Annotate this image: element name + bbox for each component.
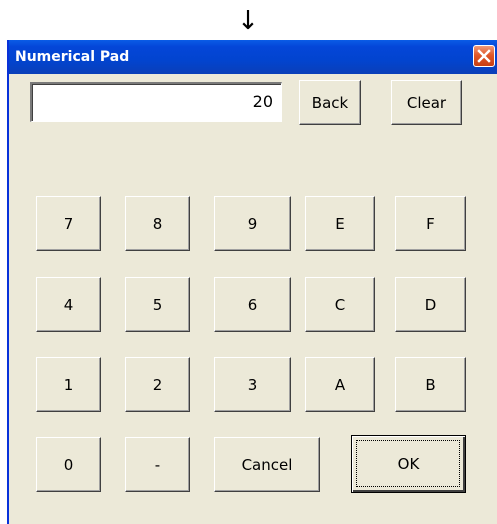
ok-button-label: OK xyxy=(397,455,420,473)
close-icon xyxy=(477,49,491,63)
key-8[interactable]: 8 xyxy=(125,196,190,251)
close-button[interactable] xyxy=(473,45,495,67)
clear-button[interactable]: Clear xyxy=(391,80,462,125)
key-2[interactable]: 2 xyxy=(125,357,190,412)
window-title: Numerical Pad xyxy=(15,49,130,65)
key-1[interactable]: 1 xyxy=(36,357,101,412)
ok-button[interactable]: OK xyxy=(351,435,466,493)
title-bar[interactable]: Numerical Pad xyxy=(9,40,497,74)
key-7[interactable]: 7 xyxy=(36,196,101,251)
key-minus[interactable]: - xyxy=(125,437,190,492)
key-6[interactable]: 6 xyxy=(214,277,291,332)
key-0[interactable]: 0 xyxy=(36,437,101,492)
key-A[interactable]: A xyxy=(305,357,375,412)
key-C[interactable]: C xyxy=(305,277,375,332)
key-F[interactable]: F xyxy=(395,196,466,251)
key-3[interactable]: 3 xyxy=(214,357,291,412)
cancel-button[interactable]: Cancel xyxy=(214,437,320,492)
key-E[interactable]: E xyxy=(305,196,375,251)
back-button[interactable]: Back xyxy=(299,80,361,125)
value-display[interactable]: 20 xyxy=(30,82,282,122)
key-5[interactable]: 5 xyxy=(125,277,190,332)
key-9[interactable]: 9 xyxy=(214,196,291,251)
key-4[interactable]: 4 xyxy=(36,277,101,332)
down-arrow-icon: ↓ xyxy=(237,6,259,36)
key-D[interactable]: D xyxy=(395,277,466,332)
key-B[interactable]: B xyxy=(395,357,466,412)
